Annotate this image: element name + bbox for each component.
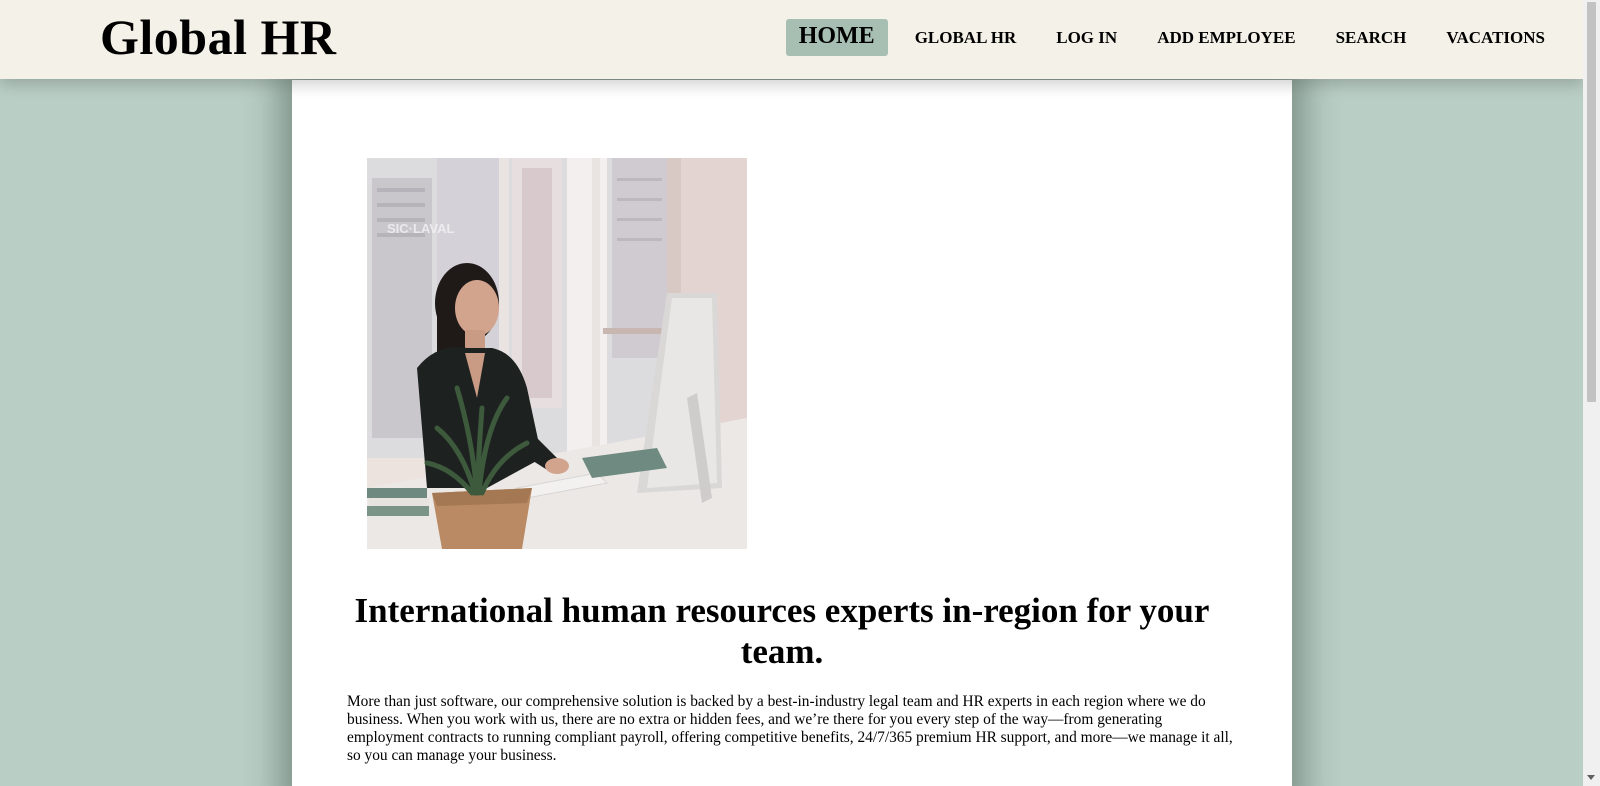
top-navigation-bar: Global HR HOME GLOBAL HR LOG IN ADD EMPL… <box>0 0 1583 79</box>
page-headline: International human resources experts in… <box>354 591 1210 671</box>
scrollbar-thumb[interactable] <box>1587 2 1596 402</box>
woman-at-desk-illustration: SIC·LAVAL <box>367 158 747 549</box>
scroll-down-arrow-icon[interactable] <box>1587 775 1595 780</box>
site-brand-logo[interactable]: Global HR <box>100 8 336 66</box>
main-nav: HOME GLOBAL HR LOG IN ADD EMPLOYEE SEARC… <box>785 19 1545 56</box>
intro-paragraph: More than just software, our comprehensi… <box>347 693 1233 764</box>
nav-add-employee[interactable]: ADD EMPLOYEE <box>1157 28 1295 48</box>
nav-home[interactable]: HOME <box>785 19 888 56</box>
nav-log-in[interactable]: LOG IN <box>1056 28 1117 48</box>
svg-text:SIC·LAVAL: SIC·LAVAL <box>387 221 454 236</box>
nav-search[interactable]: SEARCH <box>1336 28 1407 48</box>
vertical-scrollbar[interactable] <box>1583 0 1600 786</box>
main-content-panel: SIC·LAVAL International human resources … <box>292 80 1292 786</box>
hero-photo: SIC·LAVAL <box>367 158 747 549</box>
nav-vacations[interactable]: VACATIONS <box>1446 28 1545 48</box>
nav-global-hr[interactable]: GLOBAL HR <box>915 28 1017 48</box>
